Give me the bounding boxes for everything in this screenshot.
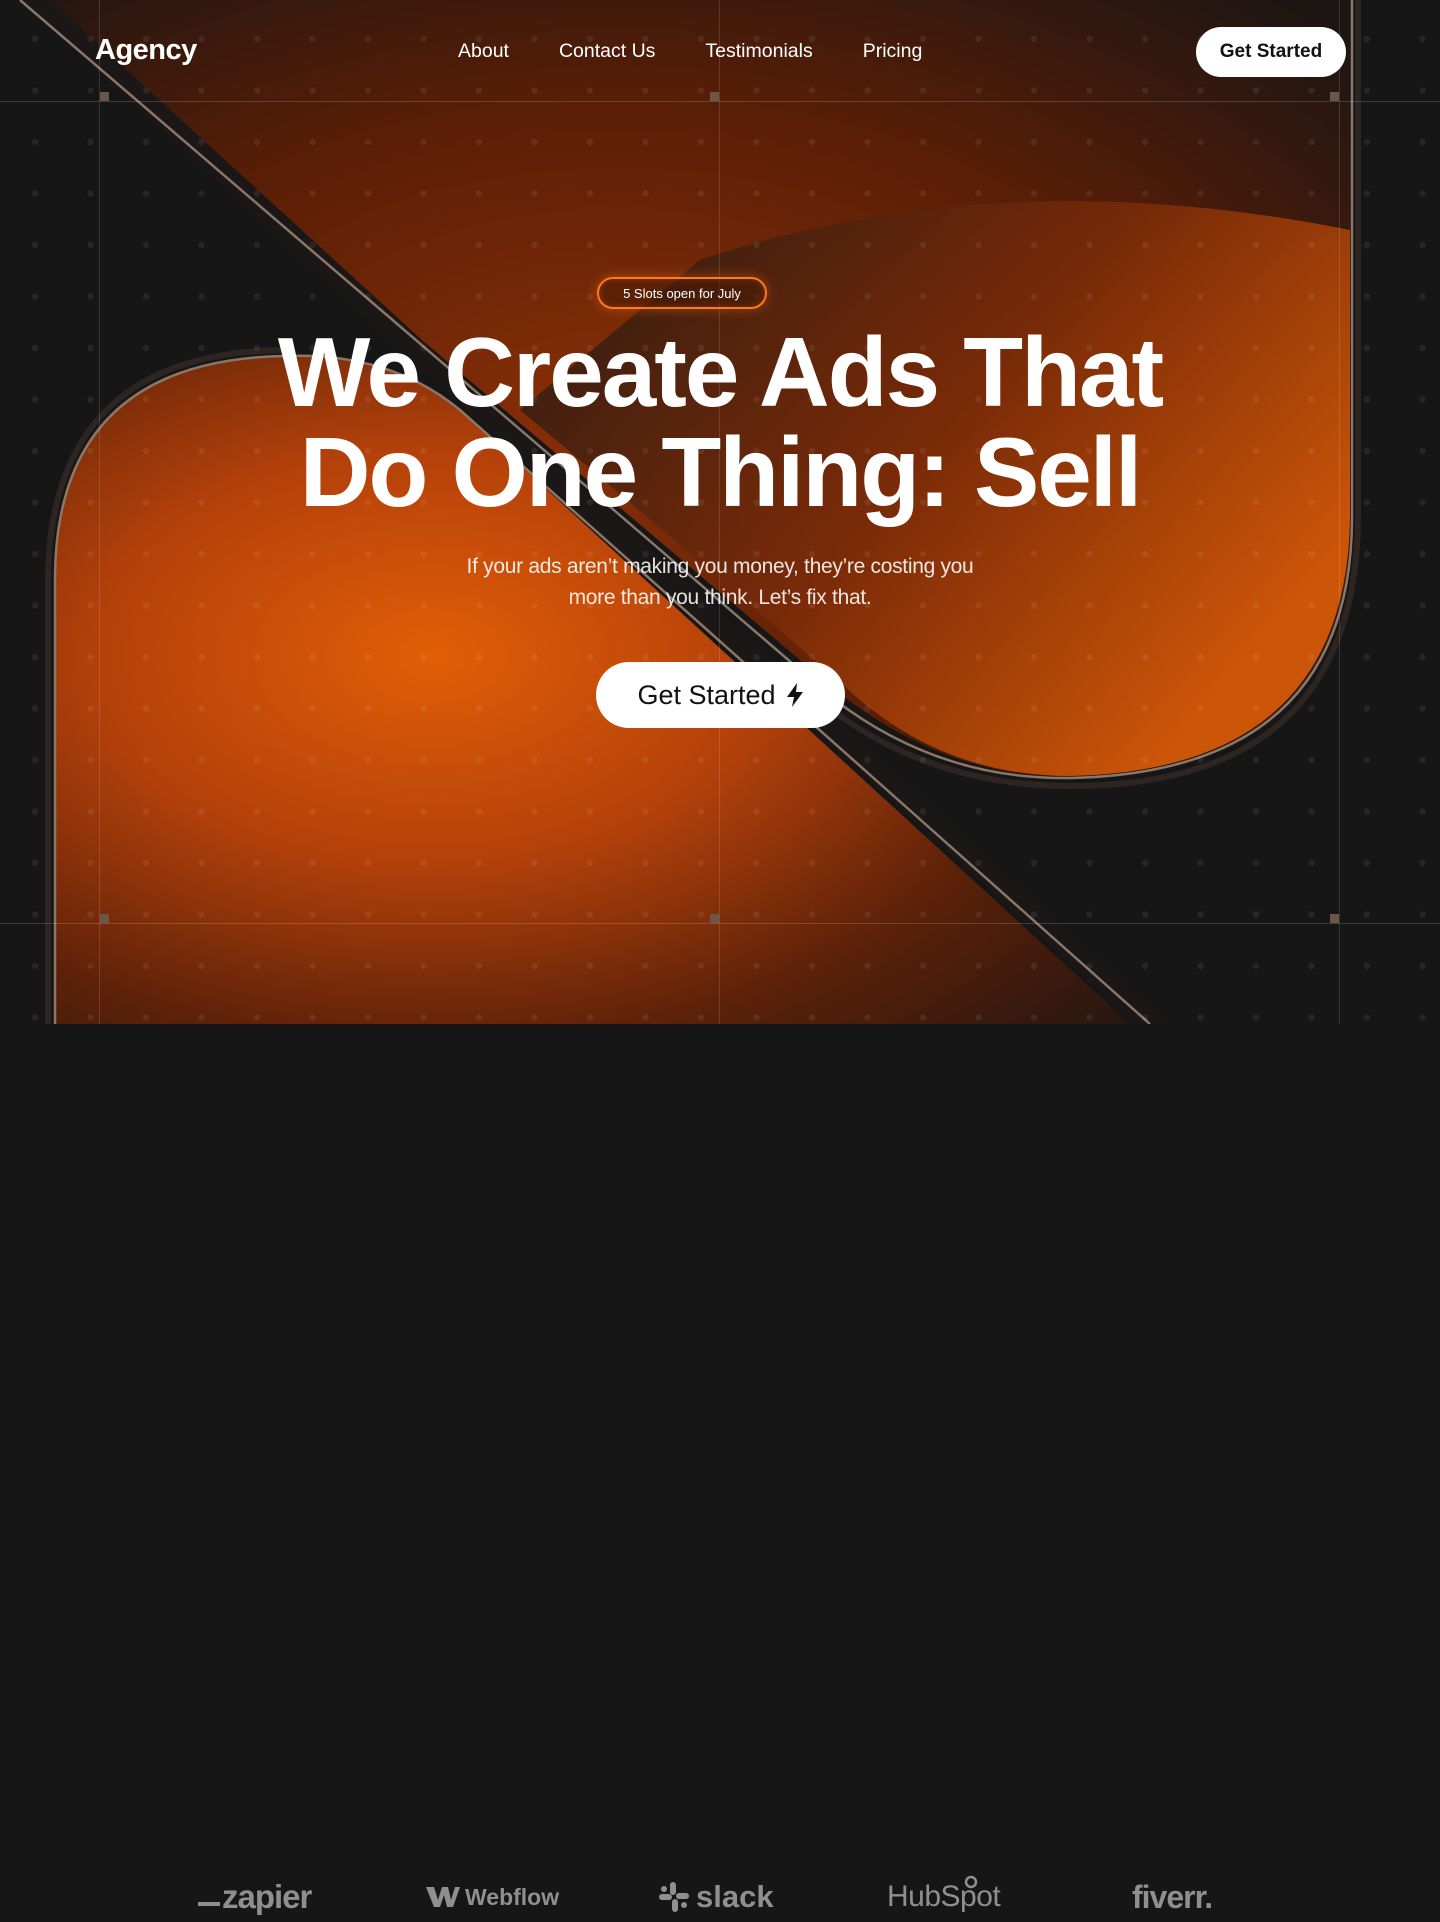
nav-link-pricing[interactable]: Pricing bbox=[863, 40, 923, 63]
hero-get-started-button[interactable]: Get Started bbox=[596, 662, 845, 728]
headline-line-1: We Create Ads That bbox=[277, 317, 1164, 427]
zapier-mark-icon bbox=[198, 1902, 220, 1906]
slack-logo: slack bbox=[658, 1872, 788, 1922]
grid-marker bbox=[1330, 914, 1339, 923]
brand-logo[interactable]: Agency bbox=[95, 34, 197, 67]
main-nav: About Contact Us Testimonials Pricing bbox=[458, 40, 922, 63]
zapier-logo: zapier bbox=[198, 1872, 328, 1922]
header-get-started-button[interactable]: Get Started bbox=[1196, 27, 1346, 77]
hero-subheadline: If your ads aren’t making you money, the… bbox=[420, 551, 1020, 613]
grid-marker bbox=[100, 914, 109, 923]
fiverr-logo: fiverr. bbox=[1132, 1878, 1213, 1915]
nav-link-about[interactable]: About bbox=[458, 40, 509, 63]
webflow-logo: Webflow bbox=[426, 1872, 566, 1922]
grid-marker bbox=[710, 914, 719, 923]
grid-line bbox=[0, 101, 1440, 102]
client-logo-strip: zapier Webflow slack HubSpot fiverr. bbox=[0, 924, 1440, 1915]
availability-badge: 5 Slots open for July bbox=[597, 277, 767, 309]
webflow-mark-icon bbox=[426, 1887, 460, 1907]
nav-link-testimonials[interactable]: Testimonials bbox=[705, 40, 812, 63]
lightning-bolt-icon bbox=[786, 683, 803, 707]
cta-label: Get Started bbox=[637, 679, 776, 710]
nav-link-contact-us[interactable]: Contact Us bbox=[559, 40, 655, 63]
subheadline-line-1: If your ads aren’t making you money, the… bbox=[466, 555, 974, 578]
slack-mark-icon bbox=[659, 1882, 689, 1912]
hubspot-logo: HubSpot bbox=[887, 1872, 1017, 1922]
hero-headline: We Create Ads That Do One Thing: Sell bbox=[0, 322, 1440, 522]
hubspot-sprocket-icon bbox=[964, 1875, 978, 1889]
headline-line-2: Do One Thing: Sell bbox=[299, 417, 1143, 527]
subheadline-line-2: more than you think. Let’s fix that. bbox=[568, 586, 872, 609]
site-header: Agency About Contact Us Testimonials Pri… bbox=[0, 0, 1440, 101]
